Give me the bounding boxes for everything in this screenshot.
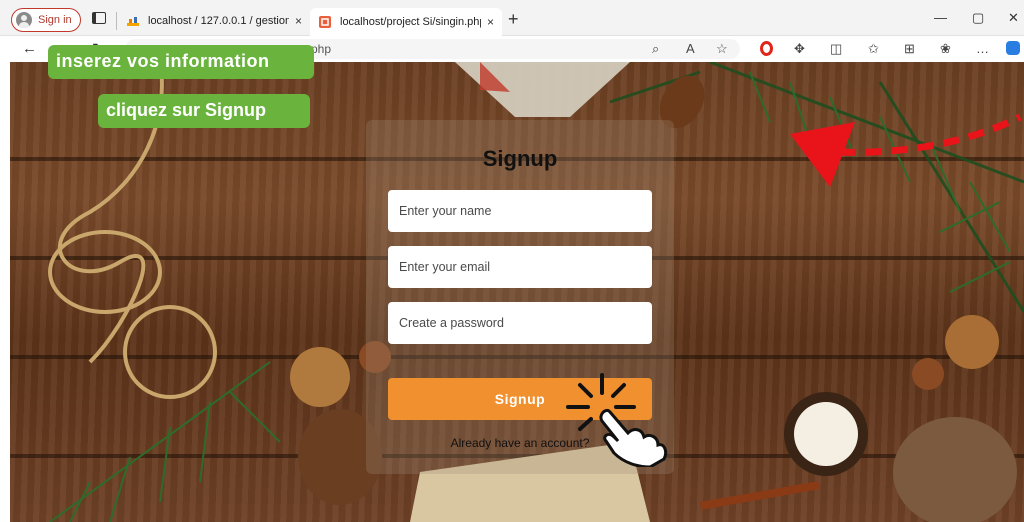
back-icon[interactable]: ← bbox=[22, 40, 37, 57]
page-background: Signup Signup Already have an account? bbox=[10, 62, 1024, 522]
opera-icon[interactable] bbox=[760, 41, 773, 56]
name-input[interactable] bbox=[388, 190, 652, 232]
tab-actions-icon[interactable] bbox=[92, 12, 106, 24]
instruction-step-2: cliquez sur Signup bbox=[98, 94, 310, 128]
tab-title: localhost / 127.0.0.1 / gestion | p bbox=[148, 15, 289, 27]
hand-pointer-icon bbox=[566, 373, 668, 467]
extensions-icon[interactable]: ✥ bbox=[794, 41, 805, 57]
tab-title: localhost/project Si/singin.php bbox=[340, 16, 481, 28]
favorite-icon[interactable]: ☆ bbox=[716, 41, 728, 57]
profile-avatar-icon bbox=[16, 12, 32, 28]
url-text: php bbox=[311, 42, 332, 56]
email-input[interactable] bbox=[388, 246, 652, 288]
collections-icon[interactable]: ⊞ bbox=[904, 41, 915, 57]
sign-in-label: Sign in bbox=[38, 14, 72, 26]
signup-title: Signup bbox=[482, 146, 558, 171]
more-icon[interactable]: … bbox=[976, 41, 989, 56]
split-screen-icon[interactable]: ◫ bbox=[830, 41, 842, 57]
read-aloud-icon[interactable]: A bbox=[686, 41, 695, 56]
maximize-button[interactable]: ▢ bbox=[972, 10, 984, 26]
instruction-step-1: inserez vos information bbox=[48, 45, 314, 79]
sign-in-button[interactable]: Sign in bbox=[11, 8, 81, 32]
zoom-icon[interactable]: ⌕ bbox=[652, 41, 659, 57]
red-arrow-annotation bbox=[790, 113, 1022, 187]
page-favicon-icon bbox=[319, 16, 331, 28]
tab-signup-page[interactable]: localhost/project Si/singin.php × bbox=[310, 8, 502, 36]
favorites-icon[interactable]: ✩ bbox=[868, 41, 879, 57]
browser-tab-bar: Sign in localhost / 127.0.0.1 / gestion … bbox=[0, 0, 1024, 36]
tab-close-icon[interactable]: × bbox=[295, 14, 302, 28]
minimize-button[interactable]: — bbox=[934, 10, 947, 25]
close-window-button[interactable]: ✕ bbox=[1008, 10, 1019, 26]
edge-copilot-icon[interactable] bbox=[1006, 41, 1020, 55]
phpmyadmin-favicon-icon bbox=[127, 17, 139, 26]
tab-close-icon[interactable]: × bbox=[487, 15, 494, 29]
tab-phpmyadmin[interactable]: localhost / 127.0.0.1 / gestion | p × bbox=[118, 8, 310, 34]
password-input[interactable] bbox=[388, 302, 652, 344]
copilot-icon[interactable]: ❀ bbox=[940, 41, 951, 57]
new-tab-button[interactable]: + bbox=[508, 9, 519, 30]
tab-separator bbox=[116, 12, 117, 30]
